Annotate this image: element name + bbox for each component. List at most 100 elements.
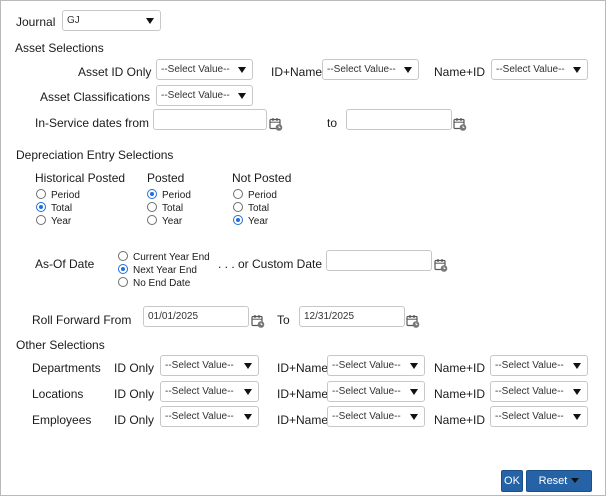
radio-dot [233,202,243,212]
journal-label: Journal [16,15,56,29]
radio-dot [233,215,243,225]
posted-period-radio[interactable]: Period [147,189,191,201]
chevron-down-icon [410,389,418,395]
asset-id-name-label: ID+Name [271,65,323,79]
employees-id-name-value: --Select Value-- [332,411,401,422]
roll-forward-from-input[interactable]: 01/01/2025 [143,306,249,327]
departments-id-name-select[interactable]: --Select Value-- [327,355,425,376]
in-service-to-label: to [327,116,338,130]
departments-id-only-label: ID Only [114,361,155,375]
radio-dot [233,189,243,199]
historical-posted-year-radio[interactable]: Year [36,215,71,227]
as-of-no-end-date-radio[interactable]: No End Date [118,277,190,289]
as-of-date-label: As-Of Date [35,257,95,271]
calendar-icon[interactable] [251,314,265,328]
departments-name-id-value: --Select Value-- [495,360,564,371]
radio-label: Total [248,203,270,214]
radio-dot [118,264,128,274]
chevron-down-icon [573,67,581,73]
employees-label: Employees [32,413,92,427]
departments-name-id-select[interactable]: --Select Value-- [490,355,588,376]
posted-total-radio[interactable]: Total [147,202,183,214]
employees-name-id-label: Name+ID [434,413,486,427]
locations-name-id-select[interactable]: --Select Value-- [490,381,588,402]
employees-name-id-value: --Select Value-- [495,411,564,422]
locations-id-only-select[interactable]: --Select Value-- [160,381,259,402]
asset-name-id-select[interactable]: --Select Value-- [491,59,588,80]
locations-id-name-select[interactable]: --Select Value-- [327,381,425,402]
radio-dot [118,251,128,261]
chevron-down-icon [244,414,252,420]
employees-id-only-label: ID Only [114,413,155,427]
chevron-down-icon [238,93,246,99]
asset-classifications-label: Asset Classifications [40,90,151,104]
radio-label: Period [51,190,80,201]
calendar-icon[interactable] [434,258,448,272]
locations-name-id-value: --Select Value-- [495,386,564,397]
asset-id-only-select[interactable]: --Select Value-- [156,59,253,80]
calendar-icon[interactable] [269,117,283,131]
asset-id-name-select[interactable]: --Select Value-- [322,59,419,80]
in-service-from-input[interactable] [153,109,267,130]
locations-id-only-value: --Select Value-- [165,386,234,397]
chevron-down-icon [146,18,154,24]
roll-forward-from-label: Roll Forward From [32,313,132,327]
departments-id-only-select[interactable]: --Select Value-- [160,355,259,376]
asset-classifications-value: --Select Value-- [161,90,230,101]
posted-year-radio[interactable]: Year [147,215,182,227]
radio-label: Total [162,203,184,214]
chevron-down-icon [571,478,580,483]
radio-label: No End Date [133,278,191,289]
departments-name-id-label: Name+ID [434,361,486,375]
in-service-to-input[interactable] [346,109,452,130]
radio-label: Period [248,190,277,201]
asset-name-id-value: --Select Value-- [496,64,565,75]
departments-id-name-label: ID+Name [277,361,329,375]
not-posted-year-radio[interactable]: Year [233,215,268,227]
custom-date-input[interactable] [326,250,432,271]
radio-dot [36,189,46,199]
radio-label: Year [248,216,269,227]
radio-label: Next Year End [133,265,197,276]
as-of-current-year-end-radio[interactable]: Current Year End [118,251,210,263]
chevron-down-icon [410,414,418,420]
journal-select[interactable]: GJ [62,10,161,31]
asset-selections-heading: Asset Selections [15,41,104,55]
other-selections-heading: Other Selections [16,338,105,352]
depreciation-heading: Depreciation Entry Selections [16,148,174,162]
locations-id-name-value: --Select Value-- [332,386,401,397]
roll-forward-to-label: To [277,313,290,327]
radio-dot [36,202,46,212]
asset-id-only-value: --Select Value-- [161,64,230,75]
roll-forward-to-input[interactable]: 12/31/2025 [299,306,405,327]
radio-dot [118,277,128,287]
chevron-down-icon [410,363,418,369]
locations-name-id-label: Name+ID [434,387,486,401]
custom-date-label: . . . or Custom Date [218,257,323,271]
posted-title: Posted [147,171,185,185]
reset-button[interactable]: Reset [526,470,592,492]
not-posted-period-radio[interactable]: Period [233,189,277,201]
chevron-down-icon [238,67,246,73]
calendar-icon[interactable] [453,117,467,131]
asset-id-only-label: Asset ID Only [78,65,152,79]
asset-name-id-label: Name+ID [434,65,486,79]
calendar-icon[interactable] [406,314,420,328]
chevron-down-icon [404,67,412,73]
historical-posted-total-radio[interactable]: Total [36,202,72,214]
radio-label: Current Year End [133,252,210,263]
chevron-down-icon [573,363,581,369]
employees-id-only-select[interactable]: --Select Value-- [160,406,259,427]
locations-label: Locations [32,387,84,401]
historical-posted-period-radio[interactable]: Period [36,189,80,201]
departments-label: Departments [32,361,101,375]
employees-id-name-select[interactable]: --Select Value-- [327,406,425,427]
ok-button[interactable]: OK [501,470,523,492]
radio-dot [147,215,157,225]
employees-name-id-select[interactable]: --Select Value-- [490,406,588,427]
asset-classifications-select[interactable]: --Select Value-- [156,85,253,106]
radio-dot [36,215,46,225]
radio-label: Period [162,190,191,201]
not-posted-total-radio[interactable]: Total [233,202,269,214]
as-of-next-year-end-radio[interactable]: Next Year End [118,264,197,276]
